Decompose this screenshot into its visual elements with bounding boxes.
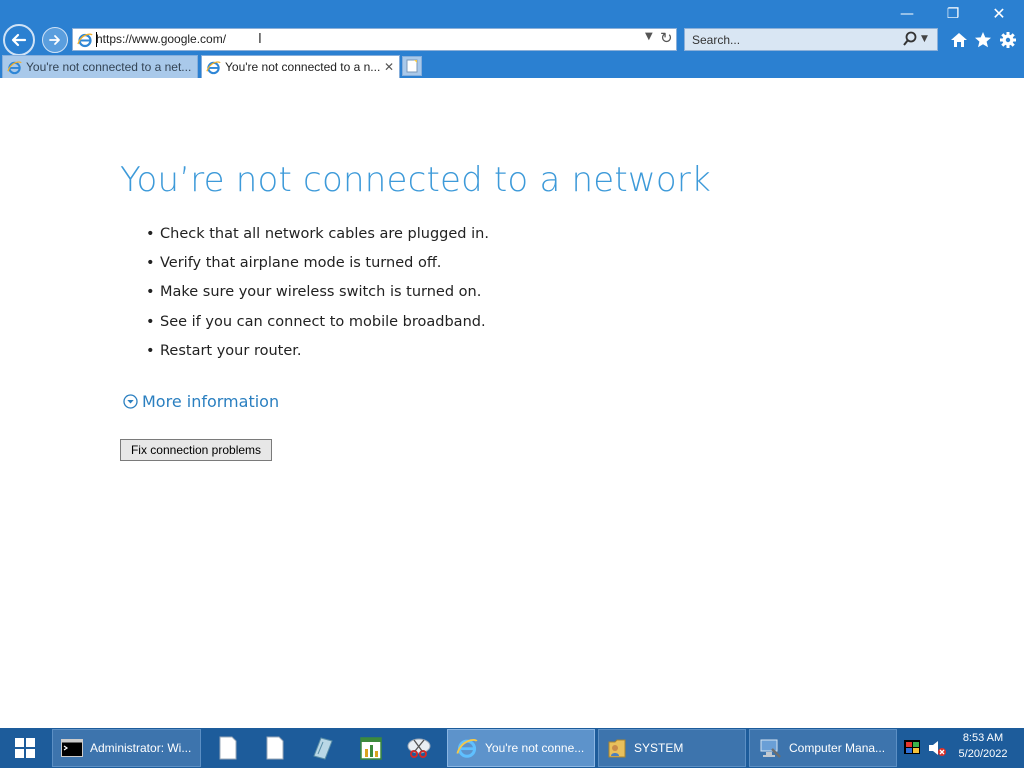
arrow-left-icon <box>11 33 27 47</box>
folder-user-icon <box>608 739 626 758</box>
cmd-icon <box>61 739 83 757</box>
list-item: • Restart your router. <box>146 342 302 359</box>
taskbar-item-cmd[interactable]: Administrator: Wi... <box>52 729 201 767</box>
document-icon[interactable] <box>261 734 289 762</box>
ie-icon <box>206 60 221 74</box>
clock-date[interactable]: 5/20/2022 <box>952 748 1014 760</box>
list-item: • Verify that airplane mode is turned off… <box>146 255 442 272</box>
taskbar-item-computer-management[interactable]: Computer Mana... <box>749 729 897 767</box>
fix-connection-button[interactable]: Fix connection problems <box>120 439 272 461</box>
refresh-icon[interactable]: ↻ <box>660 29 673 47</box>
browser-chrome: — ❐ ✕ https://www.google.com/ I ▼ ↻ Sear… <box>0 0 1024 78</box>
tab-label: You're not connected to a net... <box>26 60 192 74</box>
list-item: • Check that all network cables are plugg… <box>146 226 489 242</box>
search-input[interactable]: Search... ▼ <box>684 28 938 51</box>
computer-management-icon <box>760 739 781 758</box>
search-placeholder: Search... <box>692 33 741 47</box>
ie-icon <box>77 32 93 47</box>
list-item: • Make sure your wireless switch is turne… <box>146 284 482 301</box>
tab-label: You're not connected to a n... <box>225 60 381 74</box>
url-text[interactable]: https://www.google.com/ <box>96 32 226 46</box>
chevron-down-icon[interactable]: ▼ <box>921 34 928 44</box>
new-tab-button[interactable] <box>402 56 422 76</box>
ibeam-cursor-icon: I <box>258 32 262 47</box>
taskbar-label: Computer Mana... <box>789 741 886 755</box>
taskbar-item-system[interactable]: SYSTEM <box>598 729 746 767</box>
troubleshooting-list: • Check that all network cables are plugg… <box>146 223 489 369</box>
close-button[interactable]: ✕ <box>984 3 1014 25</box>
ie-icon <box>456 739 478 758</box>
forward-button[interactable] <box>42 27 68 53</box>
magnifier-icon[interactable] <box>901 30 919 48</box>
document-icon[interactable] <box>214 734 242 762</box>
clock-time[interactable]: 8:53 AM <box>952 732 1014 744</box>
tab-active[interactable]: You're not connected to a n... ✕ <box>201 55 400 78</box>
action-center-flag-icon[interactable] <box>903 739 921 755</box>
more-information-label[interactable]: More information <box>142 392 279 411</box>
address-bar[interactable]: https://www.google.com/ I ▼ ↻ <box>72 28 677 51</box>
star-icon[interactable] <box>972 29 994 51</box>
tool-icon[interactable] <box>309 734 337 762</box>
snipping-tool-icon[interactable] <box>405 734 433 762</box>
taskbar-label: Administrator: Wi... <box>90 741 192 755</box>
ie-icon <box>7 60 22 74</box>
chevron-down-icon[interactable]: ▼ <box>645 31 653 42</box>
chevron-down-circle-icon <box>123 394 138 409</box>
back-button[interactable] <box>3 24 35 56</box>
restore-button[interactable]: ❐ <box>938 3 968 25</box>
close-tab-icon[interactable]: ✕ <box>384 60 394 74</box>
more-information-link[interactable]: More information <box>123 392 279 411</box>
taskbar-label: SYSTEM <box>634 741 684 755</box>
gear-icon[interactable] <box>997 29 1019 51</box>
new-tab-icon <box>406 59 418 73</box>
volume-muted-icon[interactable] <box>927 739 947 757</box>
page-title: You’re not connected to a network <box>120 160 711 200</box>
minimize-button[interactable]: — <box>892 3 922 25</box>
list-item: • See if you can connect to mobile broadb… <box>146 313 486 330</box>
windows-start-icon[interactable] <box>8 736 42 760</box>
taskbar-label: You're not conne... <box>485 741 585 755</box>
tab-inactive[interactable]: You're not connected to a net... <box>2 55 198 78</box>
arrow-right-icon <box>49 35 60 45</box>
page-content: You’re not connected to a network • Check… <box>0 78 1024 728</box>
taskbar-item-ie[interactable]: You're not conne... <box>447 729 595 767</box>
chart-icon[interactable] <box>357 734 385 762</box>
home-icon[interactable] <box>948 29 970 51</box>
taskbar: Administrator: Wi... You're not conne... <box>0 728 1024 768</box>
